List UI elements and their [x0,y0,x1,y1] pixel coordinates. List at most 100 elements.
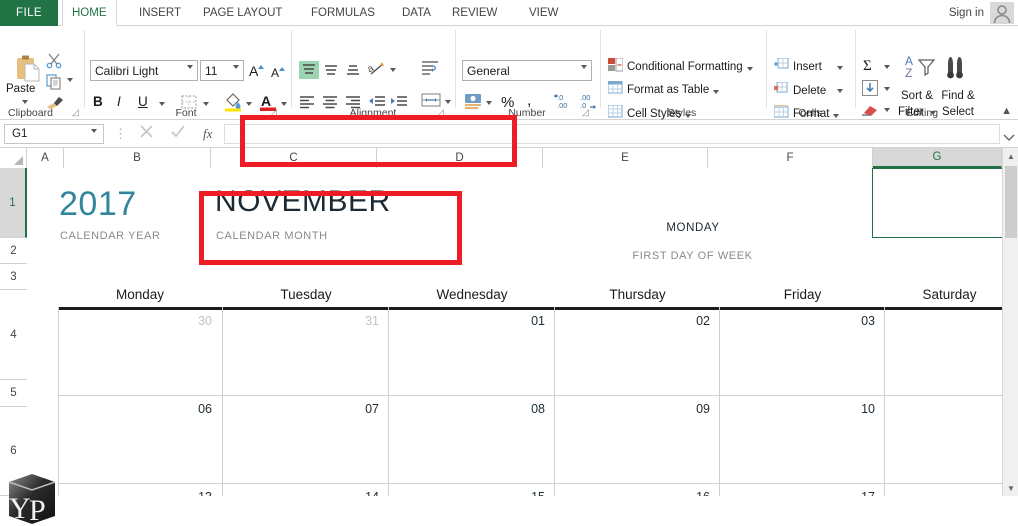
decrease-font-size-icon[interactable]: A [271,64,289,86]
paste-dropdown-icon[interactable] [22,100,28,104]
borders-dropdown-icon[interactable] [203,102,209,106]
font-color-icon[interactable]: A [259,91,277,117]
column-header-b[interactable]: B [64,148,211,168]
tab-review[interactable]: REVIEW [443,0,506,26]
find-select-icon[interactable] [944,56,972,85]
select-all-corner[interactable] [0,148,27,168]
column-header-f[interactable]: F [708,148,873,168]
tab-insert[interactable]: INSERT [130,0,190,26]
row-header-2[interactable]: 2 [0,238,27,264]
day-cell-1-2[interactable]: 31 [223,314,389,328]
tab-formulas[interactable]: FORMULAS [302,0,384,26]
format-as-table-button[interactable]: Format as Table [607,80,720,98]
insert-dropdown-icon[interactable] [837,66,843,70]
underline-dropdown-icon[interactable] [159,102,165,106]
scroll-down-icon[interactable]: ▼ [1003,480,1018,496]
accounting-dropdown-icon[interactable] [486,101,492,105]
align-center-icon[interactable] [322,95,338,114]
column-header-c[interactable]: C [211,148,377,168]
day-cell-1-5[interactable]: 03 [720,314,885,328]
day-cell-2-1[interactable]: 06 [58,402,222,416]
cancel-icon[interactable] [140,124,153,143]
autosum-dropdown-icon[interactable] [884,65,890,69]
wrap-text-icon[interactable] [421,60,439,83]
chevron-down-icon[interactable] [685,113,692,118]
merge-center-icon[interactable] [421,92,441,113]
day-cell-3-2[interactable]: 14 [223,490,389,496]
sort-clear-dropdown-icon[interactable] [884,108,890,112]
borders-icon[interactable] [181,95,197,114]
sigma-icon[interactable]: Σ [862,57,880,78]
day-cell-2-5[interactable]: 10 [720,402,885,416]
copy-icon[interactable] [46,74,62,95]
sort-filter-label-line2[interactable]: Filter [898,102,937,120]
day-cell-2-4[interactable]: 09 [555,402,720,416]
increase-indent-icon[interactable] [390,95,408,114]
scissors-icon[interactable] [46,53,62,74]
vertical-scrollbar[interactable]: ▲ ▼ [1002,148,1018,496]
increase-font-size-icon[interactable]: A [249,62,267,85]
chevron-down-icon[interactable] [233,65,239,83]
day-cell-3-5[interactable]: 17 [720,490,885,496]
fill-dropdown-icon[interactable] [884,87,890,91]
conditional-formatting-button[interactable]: Conditional Formatting [608,57,753,75]
decrease-decimal-icon[interactable]: .0 .00 [553,91,573,116]
day-cell-1-1[interactable]: 30 [58,314,222,328]
chevron-down-icon[interactable] [746,66,753,71]
bold-button[interactable]: B [93,94,103,109]
person-icon[interactable] [990,2,1014,24]
fill-color-dropdown-icon[interactable] [246,102,252,106]
check-icon[interactable] [171,125,185,143]
column-header-g[interactable]: G [873,148,1002,168]
name-box[interactable]: G1 [4,123,104,145]
align-left-icon[interactable] [299,95,315,114]
formula-input[interactable] [224,123,1000,144]
font-size-input[interactable]: 11 [200,60,244,83]
decrease-indent-icon[interactable] [368,95,386,114]
clipboard-dialog-launcher[interactable]: ◿ [72,108,82,118]
day-cell-1-3[interactable]: 01 [389,314,555,328]
scroll-up-icon[interactable]: ▲ [1003,148,1018,164]
italic-button[interactable]: I [117,94,121,109]
delete-dropdown-icon[interactable] [837,89,843,93]
merge-dropdown-icon[interactable] [445,100,451,104]
scrollbar-thumb[interactable] [1005,166,1017,238]
orientation-icon[interactable]: a [366,60,386,83]
chevron-down-icon[interactable] [91,128,97,145]
sign-in-button[interactable]: Sign in [949,0,984,26]
align-bottom-icon[interactable] [344,62,362,83]
day-cell-3-1[interactable]: 13 [58,490,222,496]
increase-decimal-icon[interactable]: .00 .0 [578,91,598,116]
chevron-down-icon[interactable] [1003,129,1015,147]
tab-home[interactable]: HOME [62,0,117,26]
number-format-select[interactable]: General [462,60,592,83]
column-header-d[interactable]: D [377,148,543,168]
day-cell-2-2[interactable]: 07 [223,402,389,416]
orientation-dropdown-icon[interactable] [390,68,396,72]
day-cell-2-3[interactable]: 08 [389,402,555,416]
tab-view[interactable]: VIEW [520,0,567,26]
tab-data[interactable]: DATA [393,0,440,26]
day-cell-1-4[interactable]: 02 [555,314,720,328]
sort-filter-icon[interactable]: A Z [905,54,936,85]
align-top-icon[interactable] [299,61,319,79]
column-header-a[interactable]: A [27,148,64,168]
tab-file[interactable]: FILE [0,0,58,26]
comma-style-button[interactable]: , [527,92,531,110]
row-header-4[interactable]: 4 [0,290,27,380]
underline-button[interactable]: U [138,94,148,109]
chevron-down-icon[interactable] [833,113,840,118]
fill-down-icon[interactable] [862,80,878,101]
sheet-cells[interactable]: 2017 CALENDAR YEAR NOVEMBER CALENDAR MON… [27,168,1018,496]
chevron-down-icon[interactable] [581,65,587,83]
accounting-format-icon[interactable] [464,93,482,115]
paste-icon[interactable] [14,54,40,82]
row-header-5[interactable]: 5 [0,380,27,407]
chevron-up-icon[interactable]: ▲ [1001,105,1012,117]
chevron-down-icon[interactable] [930,111,937,115]
delete-cells-button[interactable]: Delete [773,81,826,99]
row-header-1[interactable]: 1 [0,168,27,238]
day-cell-3-3[interactable]: 15 [389,490,555,496]
paste-label[interactable]: Paste [6,83,35,95]
column-header-e[interactable]: E [543,148,708,168]
